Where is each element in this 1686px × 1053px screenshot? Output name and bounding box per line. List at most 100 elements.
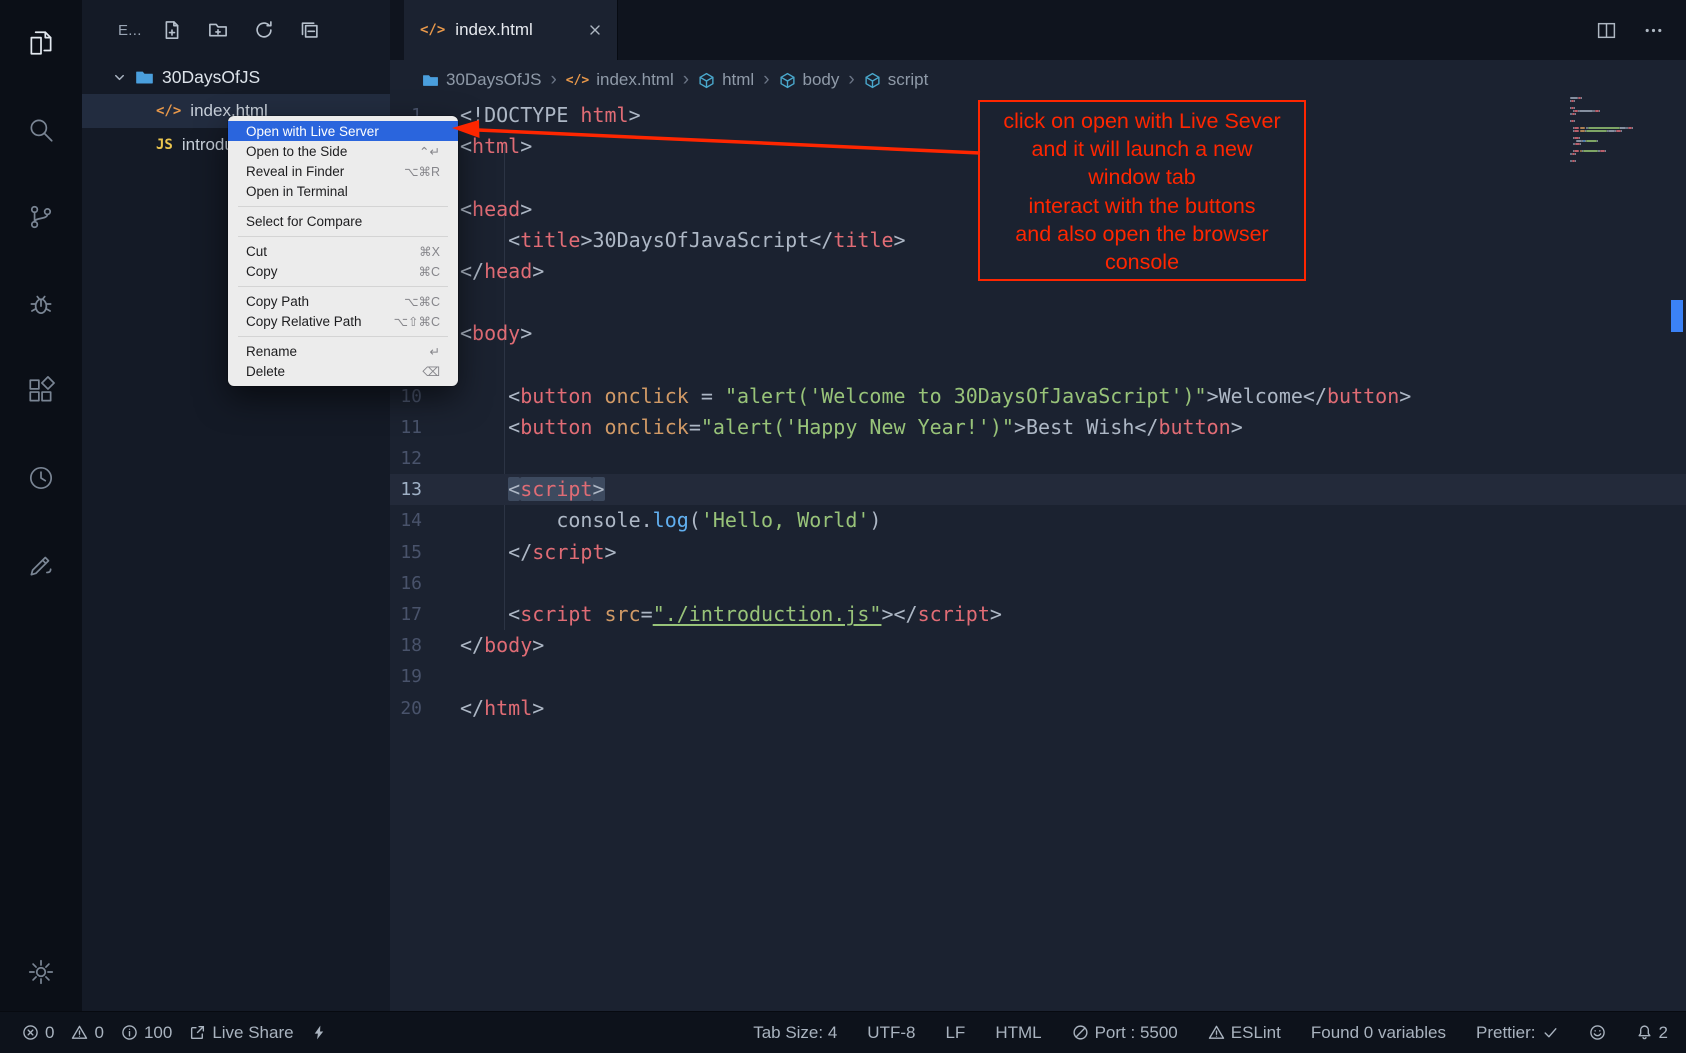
minimap[interactable] (1570, 97, 1670, 163)
code-line-9[interactable]: 9 (390, 350, 1686, 381)
activity-bar-bottom (0, 948, 82, 1011)
close-icon[interactable] (587, 22, 603, 38)
info-icon (121, 1024, 138, 1041)
js-file-icon: JS (156, 137, 173, 153)
menu-item-reveal-in-finder[interactable]: Reveal in Finder⌥⌘R (228, 161, 458, 181)
activity-feedback-button[interactable] (17, 541, 65, 589)
code-line-16[interactable]: 16 (390, 568, 1686, 599)
status-utf-8[interactable]: UTF-8 (867, 1023, 915, 1043)
status-port-port-5500[interactable]: Port : 5500 (1072, 1023, 1178, 1043)
code-line-19[interactable]: 19 (390, 661, 1686, 692)
code-line-13[interactable]: 13 <script> (390, 474, 1686, 505)
new-folder-icon (208, 20, 228, 40)
status-live-share-live-share[interactable]: Live Share (189, 1023, 293, 1043)
menu-item-open-to-the-side[interactable]: Open to the Side⌃↵ (228, 141, 458, 161)
breadcrumb-separator-icon: › (550, 69, 556, 91)
code-line-8[interactable]: 8<body> (390, 318, 1686, 349)
line-number[interactable]: 16 (390, 568, 460, 599)
tab-label: index.html (455, 20, 577, 40)
annotation-box: click on open with Live Severand it will… (978, 100, 1306, 281)
breadcrumb-script[interactable]: script (864, 70, 929, 90)
activity-search-button[interactable] (17, 106, 65, 154)
status-html[interactable]: HTML (995, 1023, 1041, 1043)
breadcrumb-body[interactable]: body (779, 70, 840, 90)
menu-item-cut[interactable]: Cut⌘X (228, 241, 458, 261)
more-actions-icon[interactable] (1643, 20, 1664, 41)
refresh-button[interactable] (254, 20, 274, 40)
status-warning-0[interactable]: 0 (71, 1023, 103, 1043)
line-number[interactable]: 19 (390, 661, 460, 692)
line-number[interactable]: 20 (390, 693, 460, 724)
code-line-14[interactable]: 14 console.log('Hello, World') (390, 505, 1686, 536)
status-prettier[interactable]: Prettier: (1476, 1023, 1559, 1043)
code-line-18[interactable]: 18</body> (390, 630, 1686, 661)
source-control-icon (26, 202, 56, 232)
html-file-icon: </> (156, 103, 181, 119)
collapse-all-button[interactable] (300, 20, 320, 40)
html-file-icon: </> (566, 73, 589, 88)
activity-history-button[interactable] (17, 454, 65, 502)
code-line-7[interactable]: 7 (390, 287, 1686, 318)
menu-item-copy-path[interactable]: Copy Path⌥⌘C (228, 291, 458, 311)
menu-item-open-in-terminal[interactable]: Open in Terminal (228, 181, 458, 201)
line-number[interactable]: 13 (390, 474, 460, 505)
folder-row-root[interactable]: 30DaysOfJS (82, 60, 390, 94)
feedback-icon (26, 550, 56, 580)
cube-icon (779, 72, 796, 89)
extensions-icon (26, 376, 56, 406)
menu-separator (238, 336, 448, 337)
new-file-button[interactable] (162, 20, 182, 40)
breadcrumb-30daysofjs[interactable]: 30DaysOfJS (422, 70, 541, 90)
menu-item-rename[interactable]: Rename↵ (228, 341, 458, 361)
line-number[interactable]: 18 (390, 630, 460, 661)
menu-separator (238, 286, 448, 287)
line-number[interactable]: 11 (390, 412, 460, 443)
menu-item-open-with-live-server[interactable]: Open with Live Server (228, 121, 458, 141)
breadcrumb-index-html[interactable]: </>index.html (566, 70, 674, 90)
port-icon (1072, 1024, 1089, 1041)
status-info-100[interactable]: 100 (121, 1023, 172, 1043)
code-line-11[interactable]: 11 <button onclick="alert('Happy New Yea… (390, 412, 1686, 443)
warning-icon (1208, 1024, 1225, 1041)
status-smiley[interactable] (1589, 1024, 1606, 1041)
explorer-toolbar (162, 20, 320, 40)
code-line-20[interactable]: 20</html> (390, 693, 1686, 724)
annotation-text: and it will launch a new (980, 135, 1304, 163)
menu-item-select-for-compare[interactable]: Select for Compare (228, 211, 458, 231)
line-number[interactable]: 14 (390, 505, 460, 536)
warning-icon (71, 1024, 88, 1041)
root-folder-label: 30DaysOfJS (162, 67, 260, 88)
live-share-icon (189, 1024, 206, 1041)
status-error-0[interactable]: 0 (22, 1023, 54, 1043)
status-found-0-variables[interactable]: Found 0 variables (1311, 1023, 1446, 1043)
new-folder-button[interactable] (208, 20, 228, 40)
activity-settings-button[interactable] (17, 948, 65, 996)
activity-source-control-button[interactable] (17, 193, 65, 241)
breadcrumb-html[interactable]: html (698, 70, 754, 90)
status-warning-eslint[interactable]: ESLint (1208, 1023, 1281, 1043)
line-number[interactable]: 15 (390, 537, 460, 568)
tab-index-html[interactable]: </> index.html (404, 0, 618, 60)
run-debug-icon (26, 289, 56, 319)
code-line-12[interactable]: 12 (390, 443, 1686, 474)
status-bell-2[interactable]: 2 (1636, 1023, 1668, 1043)
code-line-10[interactable]: 10 <button onclick = "alert('Welcome to … (390, 381, 1686, 412)
annotation-text: interact with the buttons (980, 192, 1304, 220)
status-lf[interactable]: LF (945, 1023, 965, 1043)
line-number[interactable]: 12 (390, 443, 460, 474)
status-tab-size-4[interactable]: Tab Size: 4 (753, 1023, 837, 1043)
menu-item-copy-relative-path[interactable]: Copy Relative Path⌥⇧⌘C (228, 311, 458, 331)
activity-run-debug-button[interactable] (17, 280, 65, 328)
context-menu: Open with Live ServerOpen to the Side⌃↵R… (228, 116, 458, 386)
code-line-15[interactable]: 15 </script> (390, 537, 1686, 568)
menu-item-delete[interactable]: Delete⌫ (228, 361, 458, 381)
status-bolt[interactable] (311, 1024, 328, 1041)
code-line-17[interactable]: 17 <script src="./introduction.js"></scr… (390, 599, 1686, 630)
annotation-text: window tab (980, 163, 1304, 191)
activity-explorer-button[interactable] (17, 19, 65, 67)
menu-item-copy[interactable]: Copy⌘C (228, 261, 458, 281)
annotation-text: console (980, 248, 1304, 276)
activity-extensions-button[interactable] (17, 367, 65, 415)
line-number[interactable]: 17 (390, 599, 460, 630)
split-editor-icon[interactable] (1596, 20, 1617, 41)
